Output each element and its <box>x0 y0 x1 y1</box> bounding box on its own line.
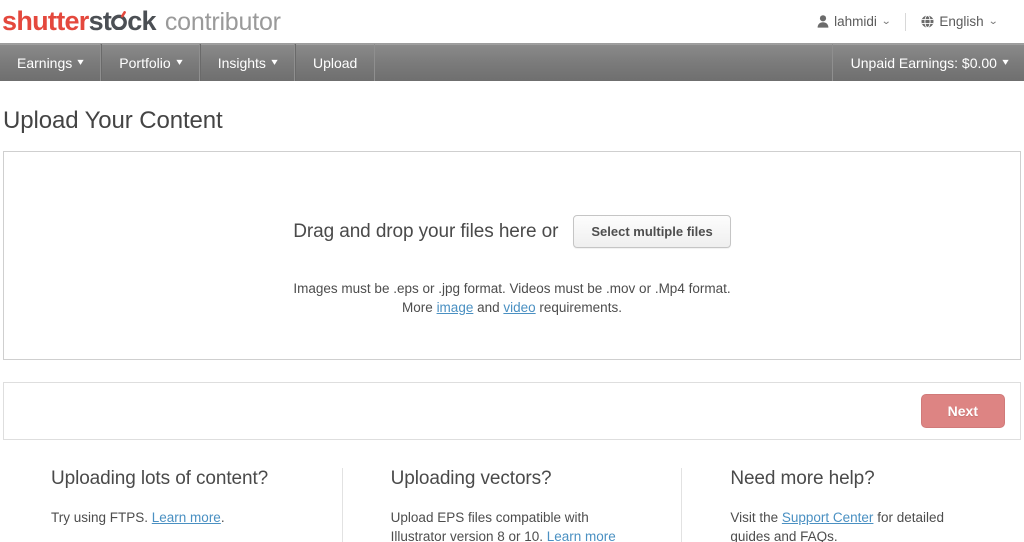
nav-item-portfolio[interactable]: Portfolio ▾ <box>101 44 200 81</box>
chevron-down-icon: ▾ <box>271 57 278 68</box>
shutterstock-logo[interactable]: shutter st ck contributor <box>0 6 281 37</box>
support-center-link[interactable]: Support Center <box>782 510 874 525</box>
chevron-down-icon: ▾ <box>77 57 84 68</box>
language-menu[interactable]: English ⌄ <box>906 14 1012 29</box>
help-column-body: Try using FTPS. Learn more. <box>51 508 294 527</box>
ftps-learn-more-link[interactable]: Learn more <box>152 510 221 525</box>
site-header: shutter st ck contributor lahmidi ⌄ Engl… <box>0 0 1024 43</box>
help-column-title: Uploading vectors? <box>390 468 552 489</box>
format-note-line-1: Images must be .eps or .jpg format. Vide… <box>293 281 731 296</box>
help-text-before: Visit the <box>730 510 782 525</box>
unpaid-earnings-label: Unpaid Earnings: $0.00 <box>850 54 997 71</box>
main-navigation-bar: Earnings ▾ Portfolio ▾ Insights ▾ Upload… <box>0 43 1024 81</box>
help-column-body: Upload EPS files compatible with Illustr… <box>391 508 634 542</box>
dropzone-prompt-text: Drag and drop your files here or <box>293 220 559 242</box>
account-label: lahmidi <box>834 14 877 29</box>
unpaid-earnings-menu[interactable]: Unpaid Earnings: $0.00 ▾ <box>831 44 1024 81</box>
help-column-title: Uploading lots of content? <box>51 468 269 489</box>
logo-text-shutter: shutter <box>2 6 89 36</box>
help-column-ftps: Uploading lots of content? Try using FTP… <box>3 468 342 542</box>
nav-item-insights[interactable]: Insights ▾ <box>199 44 295 81</box>
note-tail-text: requirements. <box>535 300 622 315</box>
logo-text-ck: ck <box>127 6 156 36</box>
image-requirements-link[interactable]: image <box>437 300 474 315</box>
page-title: Upload Your Content <box>3 107 223 134</box>
help-text-before: Try using FTPS. <box>51 510 152 525</box>
dropzone-format-note: Images must be .eps or .jpg format. Vide… <box>293 279 730 317</box>
next-action-panel: Next <box>3 382 1021 440</box>
logo-text-st: st <box>88 6 112 36</box>
file-dropzone[interactable]: Drag and drop your files here or Select … <box>3 151 1021 360</box>
logo-stylized-o-icon <box>111 11 128 30</box>
chevron-down-icon: ▾ <box>176 57 183 68</box>
dropzone-prompt-row: Drag and drop your files here or Select … <box>293 215 731 248</box>
nav-item-label: Earnings <box>17 54 73 71</box>
help-column-title: Need more help? <box>730 468 875 489</box>
video-requirements-link[interactable]: video <box>503 300 535 315</box>
format-note-line-2: More image and video requirements. <box>293 298 730 317</box>
help-section: Uploading lots of content? Try using FTP… <box>0 468 1024 542</box>
next-button[interactable]: Next <box>920 394 1005 428</box>
vectors-learn-more-link[interactable]: Learn more <box>547 529 616 542</box>
header-utility-nav: lahmidi ⌄ English ⌄ <box>802 12 1012 31</box>
account-menu[interactable]: lahmidi ⌄ <box>802 14 905 29</box>
help-column-body: Visit the Support Center for detailed gu… <box>730 508 973 542</box>
nav-item-label: Upload <box>312 54 358 71</box>
note-and-text: and <box>473 300 504 315</box>
nav-item-label: Portfolio <box>119 54 171 71</box>
chevron-down-icon: ⌄ <box>987 16 999 27</box>
select-multiple-files-button[interactable]: Select multiple files <box>573 215 731 248</box>
chevron-down-icon: ⌄ <box>880 16 892 27</box>
note-more-text: More <box>402 300 437 315</box>
help-column-support: Need more help? Visit the Support Center… <box>681 468 1021 542</box>
language-label: English <box>939 14 984 29</box>
logo-text-contributor: contributor <box>164 8 281 36</box>
chevron-down-icon: ▾ <box>1002 57 1009 68</box>
nav-item-upload[interactable]: Upload <box>294 44 376 81</box>
globe-icon <box>921 15 934 28</box>
nav-item-earnings[interactable]: Earnings ▾ <box>0 44 102 81</box>
person-icon <box>817 15 829 28</box>
nav-item-label: Insights <box>217 54 266 71</box>
nav-items: Earnings ▾ Portfolio ▾ Insights ▾ Upload <box>0 44 376 81</box>
page-content: Upload Your Content Drag and drop your f… <box>0 81 1024 440</box>
help-column-vectors: Uploading vectors? Upload EPS files comp… <box>341 468 682 542</box>
help-text-after: . <box>220 510 225 525</box>
